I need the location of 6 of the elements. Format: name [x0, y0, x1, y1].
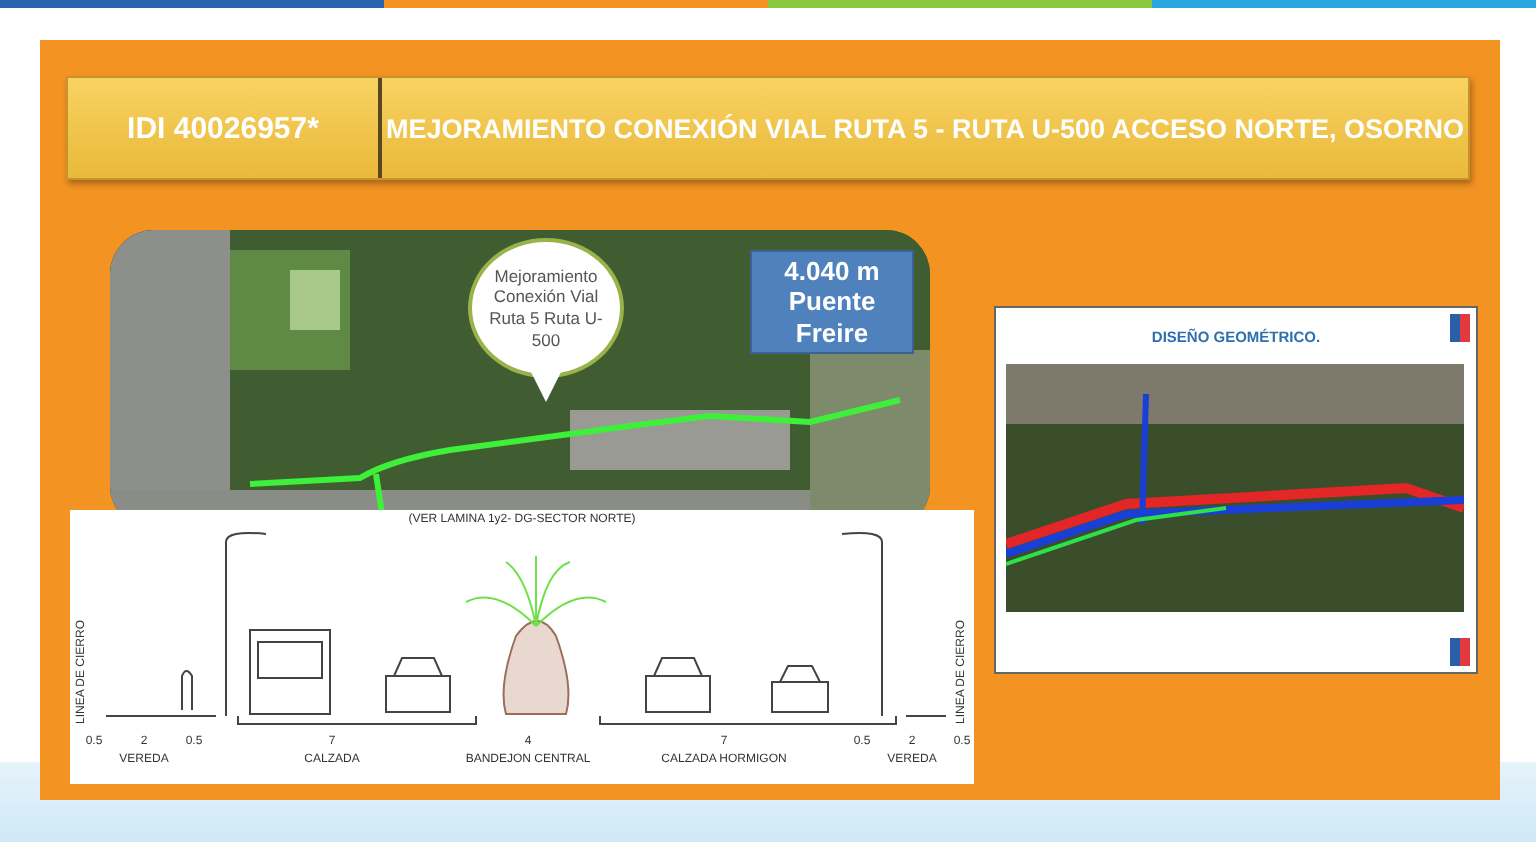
project-code: IDI 40026957*	[68, 78, 382, 178]
callout-pointer	[530, 370, 562, 402]
flag-icon	[1450, 638, 1470, 666]
project-title: MEJORAMIENTO CONEXIÓN VIAL RUTA 5 - RUTA U-500 ACCESO NORTE, OSORNO	[383, 111, 1467, 147]
distance-label: 4.040 m Puente Freire	[750, 250, 914, 354]
flag-icon	[1450, 314, 1470, 342]
